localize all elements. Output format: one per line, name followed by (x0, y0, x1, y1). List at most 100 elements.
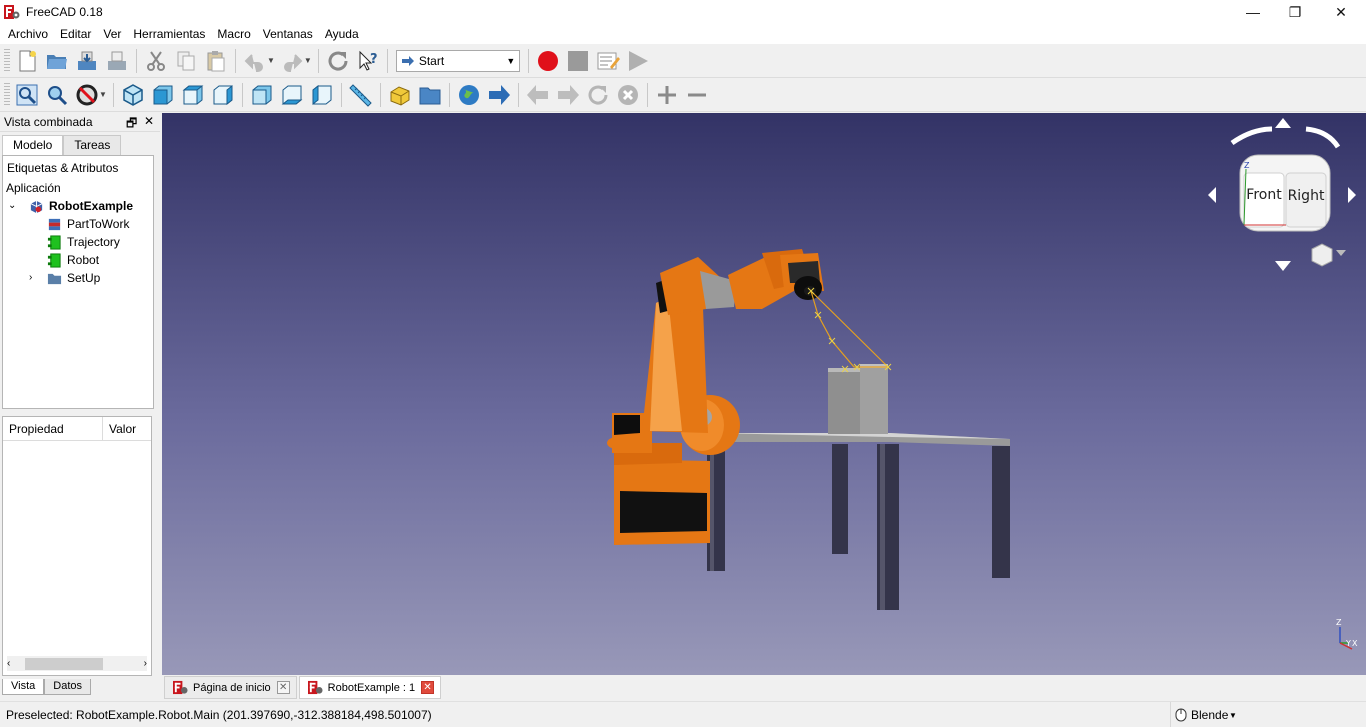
web-back-button[interactable] (524, 81, 552, 109)
chevron-down-icon[interactable]: ⌄ (8, 197, 21, 215)
property-column-header[interactable]: Propiedad (3, 417, 103, 440)
web-stop-button[interactable] (614, 81, 642, 109)
undo-dropdown-icon[interactable]: ▼ (267, 56, 275, 65)
tree-item-parttowork[interactable]: PartToWork (47, 215, 129, 233)
navcube-front-label[interactable]: Front (1246, 187, 1282, 203)
restore-button[interactable]: ❐ (1272, 0, 1318, 24)
view-isometric-button[interactable] (119, 81, 147, 109)
open-button[interactable] (43, 47, 71, 75)
globe-icon (458, 84, 479, 105)
tree-item-robotexample[interactable]: ⌄ RobotExample (8, 197, 133, 215)
stop-macro-button[interactable] (564, 47, 592, 75)
save-as-button[interactable] (103, 47, 131, 75)
zoom-in-button[interactable] (653, 81, 681, 109)
view-right-button[interactable] (209, 81, 237, 109)
view-right-arrow-icon[interactable] (1348, 187, 1356, 203)
toolbar-grip[interactable] (4, 48, 10, 73)
view-top-button[interactable] (179, 81, 207, 109)
copy-button[interactable] (172, 47, 200, 75)
tab-start-page[interactable]: Página de inicio ✕ (164, 676, 297, 699)
draw-style-button[interactable] (73, 81, 101, 109)
undock-icon[interactable]: 🗗 (126, 114, 137, 135)
tab-tareas[interactable]: Tareas (63, 135, 122, 155)
menu-ventanas[interactable]: Ventanas (257, 24, 319, 44)
new-document-button[interactable] (13, 47, 41, 75)
close-window-button[interactable]: ✕ (1318, 0, 1364, 24)
navcube-right-label[interactable]: Right (1288, 188, 1325, 204)
tree-item-trajectory[interactable]: Trajectory (47, 233, 120, 251)
rear-view-icon (252, 85, 272, 104)
menu-editar[interactable]: Editar (54, 24, 97, 44)
menu-ver[interactable]: Ver (97, 24, 127, 44)
menu-ayuda[interactable]: Ayuda (319, 24, 365, 44)
toolbar-grip[interactable] (4, 82, 10, 107)
web-go-button[interactable] (485, 81, 513, 109)
view-up-arrow-icon[interactable] (1275, 118, 1291, 128)
3d-scene[interactable]: Z Front Right Z Y X (162, 113, 1366, 675)
view-down-arrow-icon[interactable] (1275, 261, 1291, 271)
draw-style-dropdown-icon[interactable]: ▼ (99, 90, 107, 99)
tab-modelo[interactable]: Modelo (2, 135, 64, 155)
horizontal-scrollbar[interactable]: ‹ › (7, 656, 147, 671)
toolbar-separator (340, 82, 342, 107)
tree-item-setup[interactable]: › SetUp (29, 269, 100, 287)
save-button[interactable] (73, 47, 101, 75)
record-macro-button[interactable] (534, 47, 562, 75)
close-tab-icon[interactable]: ✕ (421, 681, 435, 694)
workbench-selector[interactable]: Start ▼ (395, 49, 520, 72)
view-front-button[interactable] (149, 81, 177, 109)
undo-button[interactable] (241, 47, 269, 75)
zoom-out-button[interactable] (683, 81, 711, 109)
view-bottom-button[interactable] (278, 81, 306, 109)
close-tab-icon[interactable]: ✕ (276, 681, 290, 694)
menu-archivo[interactable]: Archivo (2, 24, 54, 44)
fit-all-button[interactable] (13, 81, 41, 109)
create-group-button[interactable] (416, 81, 444, 109)
chevron-right-icon[interactable]: › (29, 269, 47, 287)
open-folder-icon (47, 54, 67, 69)
paste-button[interactable] (202, 47, 230, 75)
navigation-cube[interactable]: Z Front Right (1208, 118, 1356, 271)
menu-macro[interactable]: Macro (211, 24, 256, 44)
part-to-work[interactable] (828, 364, 888, 434)
web-forward-button[interactable] (554, 81, 582, 109)
view-left-button[interactable] (308, 81, 336, 109)
tab-robotexample[interactable]: RobotExample : 1 ✕ (298, 676, 442, 699)
value-column-header[interactable]: Valor (103, 417, 136, 440)
tab-datos[interactable]: Datos (44, 679, 92, 695)
view-left-arrow-icon[interactable] (1208, 187, 1216, 203)
whats-this-button[interactable]: ? (354, 47, 382, 75)
navigation-style-selector[interactable]: Blender ▼ (1170, 702, 1237, 727)
arrow-right-icon (557, 84, 579, 105)
refresh-button[interactable] (324, 47, 352, 75)
fit-selection-button[interactable] (43, 81, 71, 109)
cut-button[interactable] (142, 47, 170, 75)
view-rear-button[interactable] (248, 81, 276, 109)
scroll-right-icon[interactable]: › (144, 658, 147, 669)
edit-macro-button[interactable] (594, 47, 622, 75)
bottom-view-icon (281, 85, 303, 104)
measure-distance-button[interactable] (347, 81, 375, 109)
scrollbar-thumb[interactable] (25, 657, 103, 670)
create-part-button[interactable] (386, 81, 414, 109)
rotate-left-icon[interactable] (1230, 126, 1273, 146)
part-icon (390, 85, 410, 106)
web-refresh-button[interactable] (584, 81, 612, 109)
rotate-right-icon[interactable] (1305, 126, 1341, 149)
tab-vista[interactable]: Vista (2, 679, 45, 695)
close-panel-icon[interactable]: ✕ (144, 114, 154, 128)
redo-dropdown-icon[interactable]: ▼ (304, 56, 312, 65)
minimize-button[interactable]: — (1230, 0, 1276, 24)
menu-herramientas[interactable]: Herramientas (127, 24, 211, 44)
3d-viewport[interactable]: Z Front Right Z Y X (162, 113, 1366, 675)
menu-bar: Archivo Editar Ver Herramientas Macro Ve… (0, 24, 1366, 44)
work-table[interactable] (707, 433, 1010, 610)
web-start-button[interactable] (455, 81, 483, 109)
trajectory-path[interactable] (807, 287, 892, 373)
redo-button[interactable] (278, 47, 306, 75)
run-macro-button[interactable] (624, 47, 652, 75)
navcube-menu-icon[interactable] (1311, 243, 1346, 267)
scroll-left-icon[interactable]: ‹ (7, 658, 10, 669)
tree-item-robot[interactable]: Robot (47, 251, 99, 269)
axis-indicator: Z Y X (1336, 618, 1358, 650)
